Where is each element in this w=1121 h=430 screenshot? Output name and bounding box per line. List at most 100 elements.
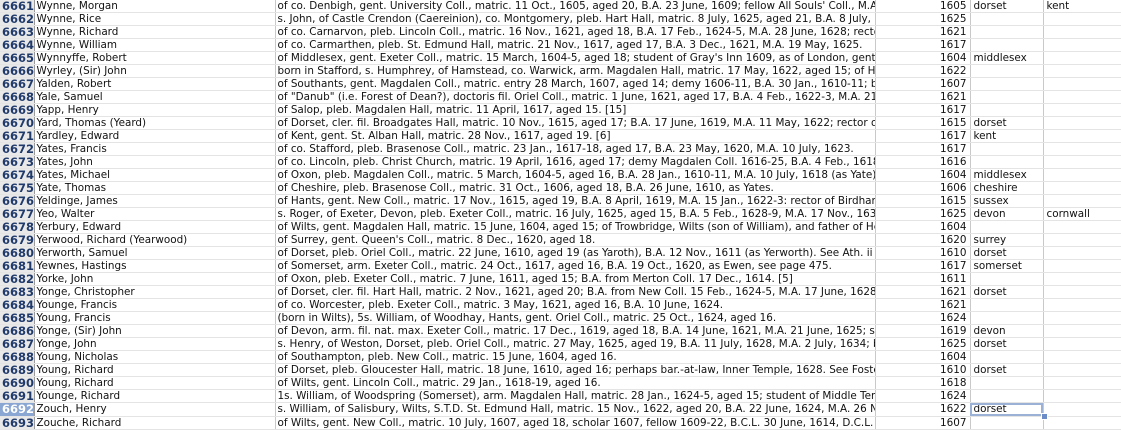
county-cell[interactable]: middlesex [970,168,1044,183]
row-number[interactable]: 6663 [0,25,35,40]
year-cell[interactable]: 1619 [875,324,971,339]
year-cell[interactable]: 1604 [875,350,971,365]
county-cell-2[interactable] [1043,285,1121,300]
year-cell[interactable]: 1621 [875,25,971,40]
year-cell[interactable]: 1604 [875,168,971,183]
table-row[interactable]: 6672 Yates, Francis of co. Stafford, pleb.… [0,142,1121,157]
county-cell-2[interactable]: cornwall [1043,207,1121,222]
table-row[interactable]: 6669 Yapp, Henry of Salop, pleb. Magdalen … [0,103,1121,118]
table-row[interactable]: 6678 Yerbury, Edward of Wilts, gent. Magda… [0,220,1121,235]
info-cell[interactable]: of co. Carnarvon, pleb. Lincoln Coll., m… [275,25,876,40]
county-cell[interactable]: dorset [970,363,1044,378]
row-number[interactable]: 6671 [0,129,35,144]
row-number[interactable]: 6662 [0,12,35,27]
info-cell[interactable]: of Kent, gent. St. Alban Hall, matric. 2… [275,129,876,144]
county-cell[interactable] [970,142,1044,157]
county-cell-2[interactable] [1043,363,1121,378]
county-cell[interactable]: cheshire [970,181,1044,196]
county-cell[interactable]: devon [970,324,1044,339]
info-cell[interactable]: of co. Denbigh, gent. University Coll., … [275,0,876,13]
table-row[interactable]: 6670 Yard, Thomas (Yeard) of Dorset, cler.… [0,116,1121,131]
row-number[interactable]: 6664 [0,38,35,53]
table-row[interactable]: 6684 Younge, Francis of co. Worcester, ple… [0,298,1121,313]
row-number[interactable]: 6667 [0,77,35,92]
year-cell[interactable]: 1615 [875,194,971,209]
row-number[interactable]: 6676 [0,194,35,209]
name-cell[interactable]: Wynne, Morgan [34,0,276,13]
table-row[interactable]: 6679 Yerwood, Richard (Yearwood) of Surrey… [0,233,1121,248]
county-cell[interactable] [970,64,1044,79]
name-cell[interactable]: Yates, Francis [34,142,276,157]
county-cell-2[interactable] [1043,233,1121,248]
year-cell[interactable]: 1616 [875,155,971,170]
name-cell[interactable]: Yate, Thomas [34,181,276,196]
table-row[interactable]: 6692 Zouch, Henry s. William, of Salisbury… [0,402,1121,417]
table-row[interactable]: 6662 Wynne, Rice s. John, of Castle Crendo… [0,12,1121,27]
table-row[interactable]: 6686 Yonge, (Sir) John of Devon, arm. fil.… [0,324,1121,339]
info-cell[interactable]: 1s. William, of Woodspring (Somerset), a… [275,389,876,404]
county-cell-2[interactable] [1043,181,1121,196]
table-row[interactable]: 6689 Young, Richard of Dorset, pleb. Glouc… [0,363,1121,378]
name-cell[interactable]: Wyrley, (Sir) John [34,64,276,79]
county-cell[interactable] [970,298,1044,313]
info-cell[interactable]: of Dorset, cler. fil. Broadgates Hall, m… [275,116,876,131]
year-cell[interactable]: 1607 [875,77,971,92]
year-cell[interactable]: 1622 [875,64,971,79]
table-row[interactable]: 6682 Yorke, John of Oxon, pleb. Exeter Col… [0,272,1121,287]
row-number[interactable]: 6678 [0,220,35,235]
row-number[interactable]: 6679 [0,233,35,248]
table-row[interactable]: 6668 Yale, Samuel of "Danub" (i.e. Forest … [0,90,1121,105]
info-cell[interactable]: of Surrey, gent. Queen's Coll., matric. … [275,233,876,248]
info-cell[interactable]: s. Henry, of Weston, Dorset, pleb. Oriel… [275,337,876,352]
county-cell[interactable] [970,155,1044,170]
row-number[interactable]: 6682 [0,272,35,287]
info-cell[interactable]: of Southants, gent. Magdalen Coll., matr… [275,77,876,92]
county-cell-2[interactable] [1043,246,1121,261]
name-cell[interactable]: Zouch, Henry [34,402,276,417]
info-cell[interactable]: of Middlesex, gent. Exeter Coll., matric… [275,51,876,66]
year-cell[interactable]: 1604 [875,51,971,66]
name-cell[interactable]: Yale, Samuel [34,90,276,105]
name-cell[interactable]: Younge, Richard [34,389,276,404]
year-cell[interactable]: 1625 [875,12,971,27]
row-number[interactable]: 6692 [0,402,35,417]
name-cell[interactable]: Younge, Francis [34,298,276,313]
county-cell-2[interactable] [1043,90,1121,105]
row-number[interactable]: 6689 [0,363,35,378]
year-cell[interactable]: 1617 [875,142,971,157]
county-cell[interactable]: sussex [970,194,1044,209]
name-cell[interactable]: Yorke, John [34,272,276,287]
county-cell[interactable] [970,77,1044,92]
county-cell-2[interactable] [1043,168,1121,183]
year-cell[interactable]: 1605 [875,0,971,13]
county-cell-2[interactable] [1043,38,1121,53]
name-cell[interactable]: Yerworth, Samuel [34,246,276,261]
county-cell-2[interactable] [1043,311,1121,326]
info-cell[interactable]: of Cheshire, pleb. Brasenose Coll., matr… [275,181,876,196]
spreadsheet-grid[interactable]: 6661 Wynne, Morgan of co. Denbigh, gent. U… [0,0,1121,430]
table-row[interactable]: 6693 Zouche, Richard of Wilts, gent. New C… [0,416,1121,430]
row-number[interactable]: 6672 [0,142,35,157]
county-cell-2[interactable] [1043,337,1121,352]
county-cell-2[interactable] [1043,103,1121,118]
year-cell[interactable]: 1607 [875,416,971,430]
county-cell[interactable]: dorset [970,246,1044,261]
row-number[interactable]: 6688 [0,350,35,365]
year-cell[interactable]: 1621 [875,90,971,105]
table-row[interactable]: 6664 Wynne, William of co. Carmarthen, ple… [0,38,1121,53]
row-number[interactable]: 6670 [0,116,35,131]
year-cell[interactable]: 1606 [875,181,971,196]
county-cell-2[interactable] [1043,51,1121,66]
row-number[interactable]: 6661 [0,0,35,13]
county-cell-2[interactable] [1043,259,1121,274]
table-row[interactable]: 6677 Yeo, Walter s. Roger, of Exeter, Devo… [0,207,1121,222]
county-cell-2[interactable] [1043,155,1121,170]
table-row[interactable]: 6680 Yerworth, Samuel of Dorset, pleb. Ori… [0,246,1121,261]
table-row[interactable]: 6691 Younge, Richard 1s. William, of Woods… [0,389,1121,404]
county-cell[interactable]: dorset [970,0,1044,13]
year-cell[interactable]: 1624 [875,389,971,404]
row-number[interactable]: 6686 [0,324,35,339]
year-cell[interactable]: 1617 [875,129,971,144]
year-cell[interactable]: 1617 [875,259,971,274]
county-cell-2[interactable] [1043,129,1121,144]
